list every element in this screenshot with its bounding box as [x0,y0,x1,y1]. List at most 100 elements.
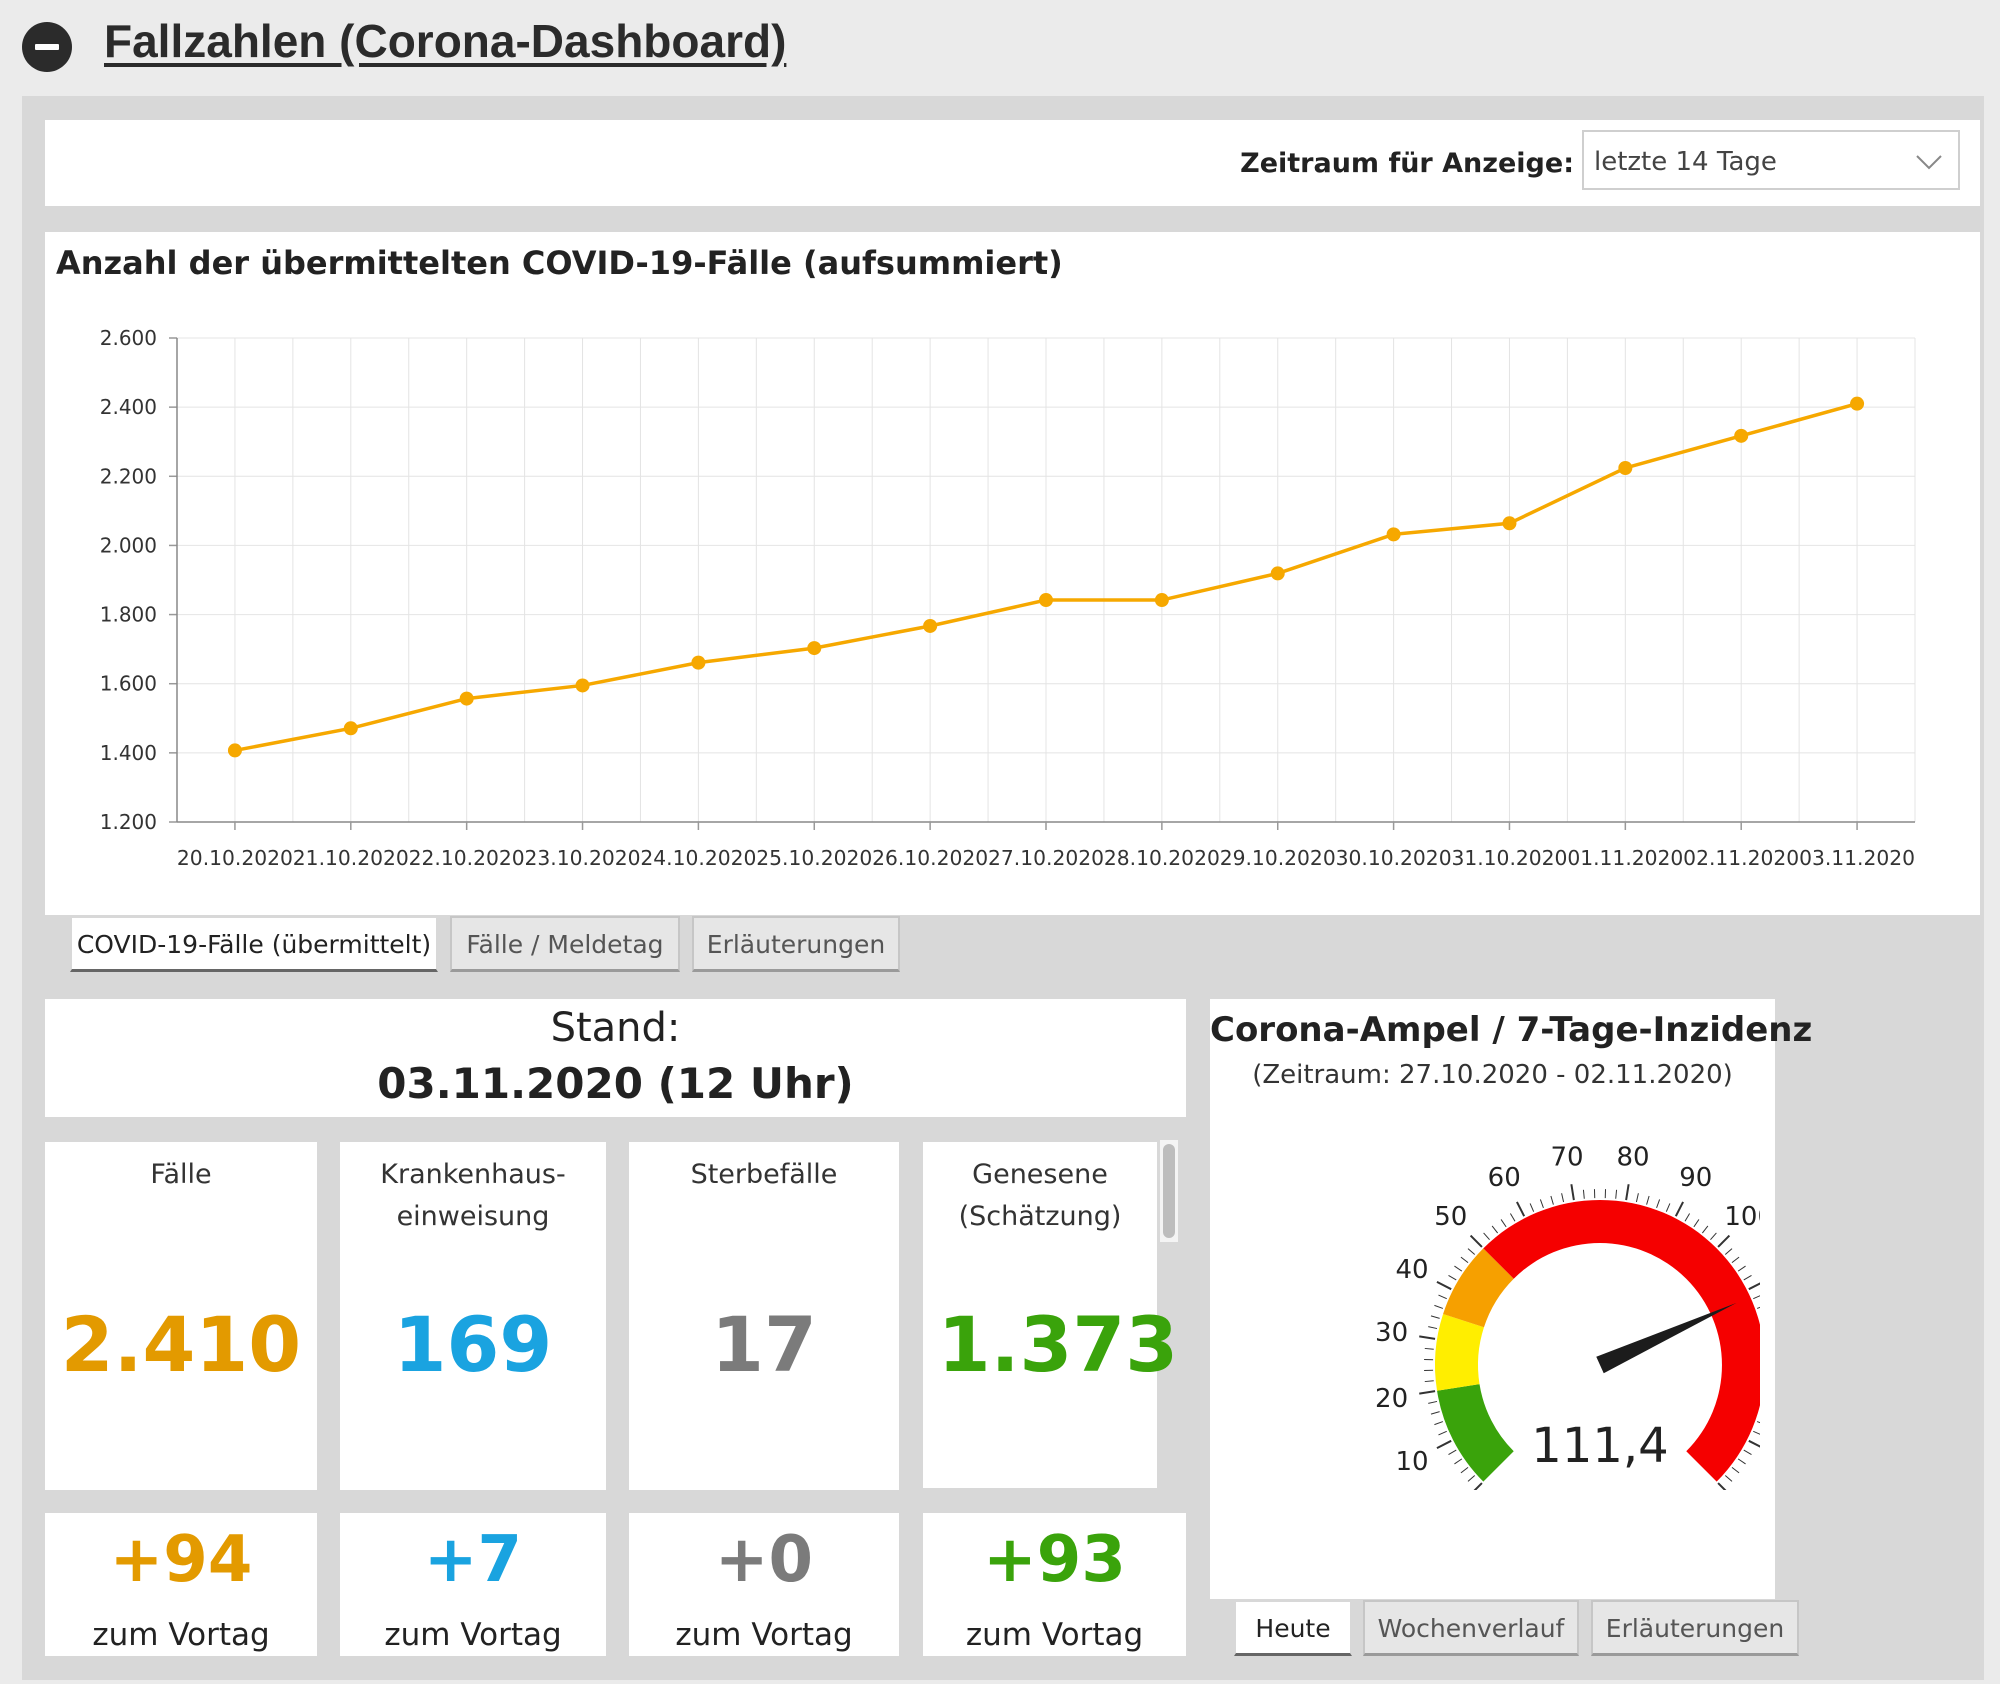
gauge-minor-tick [1430,1315,1440,1319]
gauge-major-tick [1674,1201,1684,1217]
x-tick-label: 28.10.2020 [1104,846,1220,870]
gauge-major-tick [1473,1482,1483,1490]
gauge-minor-tick [1753,1295,1760,1300]
status-date: 03.11.2020 (12 Uhr) [377,1059,854,1108]
delta-value: +94 [109,1523,253,1597]
y-tick-label: 1.400 [100,741,157,765]
kpi-label-line1: Genesene [972,1159,1108,1190]
gauge-minor-tick [1756,1421,1760,1424]
gauge-tick-label: 80 [1616,1143,1649,1173]
collapse-section-icon[interactable] [22,22,72,72]
y-tick-label: 1.600 [100,672,157,696]
tab-weekly-trend[interactable]: Wochenverlauf [1363,1600,1579,1656]
y-tick-label: 1.200 [100,810,157,834]
gauge-minor-tick [1438,1430,1447,1436]
gauge-minor-tick [1701,1225,1709,1234]
gauge-minor-tick [1467,1248,1476,1255]
data-point [1270,566,1285,581]
kpi-label-line2: (Schätzung) [958,1201,1122,1232]
gauge-minor-tick [1724,1475,1733,1482]
y-tick-label: 1.800 [100,603,157,627]
gauge-minor-tick [1737,1458,1746,1465]
delta-label: zum Vortag [675,1617,853,1653]
timeframe-select[interactable]: letzte 14 Tage [1582,130,1960,190]
gauge-minor-tick [1460,1256,1469,1264]
delta-label: zum Vortag [92,1617,270,1653]
gauge-minor-tick [1646,1195,1650,1205]
gauge-minor-tick [1509,1213,1516,1222]
kpi-card-hospitalizations: Krankenhaus-einweisung 169 [340,1142,606,1490]
data-point [691,655,706,670]
kpi-label: Krankenhaus-einweisung [340,1154,606,1238]
gauge-minor-tick [1656,1199,1661,1209]
gauge-band [1435,1314,1484,1391]
delta-card-hospitalizations: +7 zum Vortag [340,1513,606,1656]
cumulative-cases-chart: 1.200 1.400 1.600 1.800 2.000 2.200 2.400 2.600… [100,326,1916,870]
x-tick-label: 26.10.2020 [872,846,988,870]
y-tick-label: 2.600 [100,326,157,350]
gauge-minor-tick [1684,1213,1691,1222]
gauge-minor-tick [1438,1294,1447,1300]
x-tick-label: 21.10.2020 [293,846,409,870]
gauge-major-tick [1717,1482,1727,1490]
kpi-card-recovered: Genesene (Schätzung) 1.373 [923,1142,1178,1488]
gauge-minor-tick [1454,1458,1463,1465]
data-point [923,618,938,633]
gauge-minor-tick [1539,1199,1544,1209]
gauge-tick-label: 30 [1375,1318,1408,1348]
gauge-major-tick [1436,1439,1452,1449]
data-point [1734,428,1749,443]
gauge-minor-tick [1615,1189,1618,1199]
x-tick-label: 01.11.2020 [1567,846,1683,870]
tab-cases-per-reporting-day[interactable]: Fälle / Meldetag [450,916,680,972]
gauge-minor-tick [1737,1265,1746,1272]
data-point [227,743,242,758]
status-label: Stand: [550,1005,681,1051]
tab-label: COVID-19-Fälle (übermittelt) [76,930,432,959]
ampel-subtitle: (Zeitraum: 27.10.2020 - 02.11.2020) [1252,1060,1733,1090]
tab-chart-explanations[interactable]: Erläuterungen [692,916,900,972]
x-tick-label: 20.10.2020 [177,846,293,870]
timeframe-selected-value: letzte 14 Tage [1594,147,1777,177]
kpi-label: Genesene (Schätzung) [923,1154,1157,1238]
y-tick-label: 2.400 [100,395,157,419]
gauge-minor-tick [1529,1203,1535,1212]
data-point [1850,396,1865,411]
y-tick-label: 2.200 [100,464,157,488]
kpi-label: Fälle [150,1159,212,1190]
gauge-minor-tick [1434,1421,1444,1426]
gauge-tick-label: 40 [1395,1255,1428,1285]
gauge-minor-tick [1550,1195,1554,1205]
gauge-minor-tick [1731,1466,1740,1474]
delta-value: +7 [423,1523,523,1597]
x-tick-label: 27.10.2020 [988,846,1104,870]
tab-label: Fälle / Meldetag [466,930,664,959]
gauge-minor-tick [1665,1203,1671,1212]
gauge-major-tick [1748,1439,1760,1448]
gauge-minor-tick [1424,1380,1434,1383]
gauge-minor-tick [1753,1430,1760,1435]
page-title[interactable]: Fallzahlen (Corona-Dashboard) [104,14,786,68]
gauge-minor-tick [1428,1400,1438,1404]
gauge-major-tick [1469,1234,1483,1248]
gauge-minor-tick [1731,1256,1740,1264]
x-tick-label: 31.10.2020 [1451,846,1567,870]
tab-ampel-explanations[interactable]: Erläuterungen [1591,1600,1799,1656]
x-tick-label: 22.10.2020 [409,846,525,870]
tab-label: Erläuterungen [1605,1614,1785,1643]
kpi-scrollbar[interactable] [1160,1140,1178,1242]
incidence-gauge: 0102030405060708090100110120130140150111… [1375,1143,1760,1490]
gauge-tick-label: 100 [1724,1202,1760,1232]
delta-value: +0 [714,1523,814,1597]
x-tick-label: 02.11.2020 [1683,846,1799,870]
kpi-value: 1.373 [937,1300,1179,1389]
x-tick-label: 03.11.2020 [1799,846,1915,870]
tab-label: Heute [1255,1614,1331,1643]
tab-covid-cases[interactable]: COVID-19-Fälle (übermittelt) [70,916,438,972]
delta-card-recovered: +93 zum Vortag [923,1513,1186,1656]
gauge-major-tick [1436,1281,1452,1291]
kpi-value: 17 [711,1300,817,1389]
tab-today[interactable]: Heute [1234,1600,1352,1656]
scrollbar-thumb[interactable] [1163,1144,1175,1238]
kpi-label-line2: einweisung [396,1201,550,1232]
